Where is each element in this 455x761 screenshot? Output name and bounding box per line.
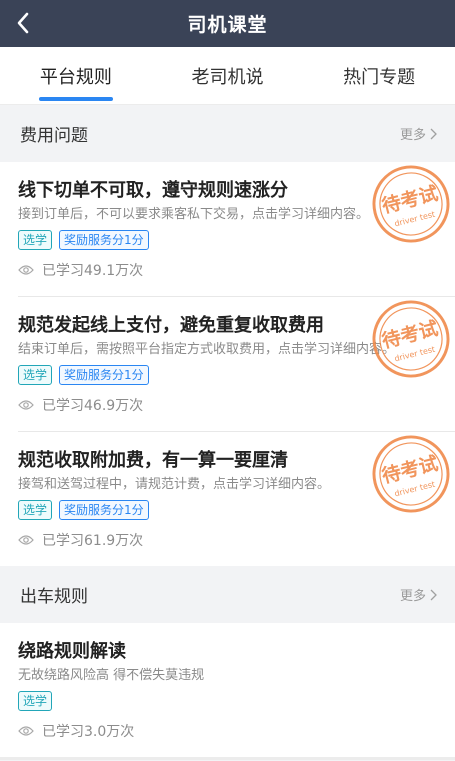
app-header: 司机课堂	[0, 0, 455, 47]
page-title: 司机课堂	[187, 14, 268, 36]
course-card[interactable]: 线下切单不可取，遵守规则速涨分 接到订单后，不可以要求乘客私下交易，点击学习详细…	[18, 162, 455, 297]
course-title: 绕路规则解读	[18, 641, 126, 662]
more-link[interactable]: 更多	[400, 585, 437, 604]
elective-badge: 选学	[18, 691, 53, 711]
divider	[0, 757, 455, 760]
pending-exam-stamp: 待考试 driver test	[372, 165, 450, 243]
section-header-driving-rules: 出车规则 更多	[0, 566, 455, 623]
view-count: 已学习46.9万次	[18, 395, 437, 415]
eye-icon	[18, 726, 34, 736]
tab-veteran-drivers[interactable]: 老司机说	[152, 47, 304, 104]
tab-bar: 平台规则 老司机说 热门专题	[0, 47, 455, 105]
view-count-text: 已学习3.0万次	[42, 724, 135, 740]
section-title: 费用问题	[20, 126, 88, 146]
reward-badge: 奖励服务分1分	[59, 230, 149, 250]
course-card[interactable]: 规范收取附加费，有一算一要厘清 接驾和送驾过程中，请规范计费，点击学习详细内容。…	[18, 432, 455, 566]
eye-icon	[18, 400, 34, 410]
course-list-fees: 线下切单不可取，遵守规则速涨分 接到订单后，不可以要求乘客私下交易，点击学习详细…	[0, 162, 455, 566]
course-card[interactable]: 规范发起线上支付，避免重复收取费用 结束订单后，需按照平台指定方式收取费用，点击…	[18, 297, 455, 432]
chevron-right-icon	[430, 589, 437, 600]
reward-badge: 奖励服务分1分	[59, 500, 149, 520]
course-card[interactable]: 绕路规则解读 无故绕路风险高 得不偿失莫违规 选学 已学习3.0万次	[18, 623, 455, 757]
back-button[interactable]	[8, 6, 38, 40]
course-list-driving-rules: 绕路规则解读 无故绕路风险高 得不偿失莫违规 选学 已学习3.0万次	[0, 623, 455, 757]
view-count: 已学习49.1万次	[18, 260, 437, 280]
view-count-text: 已学习61.9万次	[42, 533, 144, 549]
tab-label: 老司机说	[191, 66, 264, 88]
eye-icon	[18, 535, 34, 545]
more-label: 更多	[399, 128, 426, 143]
eye-icon	[18, 265, 34, 275]
reward-badge: 奖励服务分1分	[59, 365, 149, 385]
course-description: 无故绕路风险高 得不偿失莫违规	[18, 668, 205, 683]
chevron-left-icon	[17, 12, 29, 34]
pending-exam-stamp: 待考试 driver test	[372, 300, 450, 378]
pending-exam-stamp: 待考试 driver test	[372, 435, 450, 513]
chevron-right-icon	[430, 128, 437, 139]
active-tab-indicator	[38, 97, 113, 101]
elective-badge: 选学	[18, 230, 53, 250]
view-count: 已学习61.9万次	[18, 530, 437, 550]
tab-label: 平台规则	[39, 66, 112, 88]
view-count-text: 已学习46.9万次	[42, 398, 144, 414]
view-count: 已学习3.0万次	[18, 721, 437, 741]
more-label: 更多	[399, 589, 426, 604]
section-title: 出车规则	[20, 587, 88, 607]
elective-badge: 选学	[18, 365, 53, 385]
more-link[interactable]: 更多	[400, 124, 437, 143]
view-count-text: 已学习49.1万次	[42, 263, 144, 279]
tab-hot-topics[interactable]: 热门专题	[303, 47, 455, 104]
tab-platform-rules[interactable]: 平台规则	[0, 47, 152, 104]
elective-badge: 选学	[18, 500, 53, 520]
section-header-fees: 费用问题 更多	[0, 105, 455, 162]
tab-label: 热门专题	[343, 66, 416, 88]
